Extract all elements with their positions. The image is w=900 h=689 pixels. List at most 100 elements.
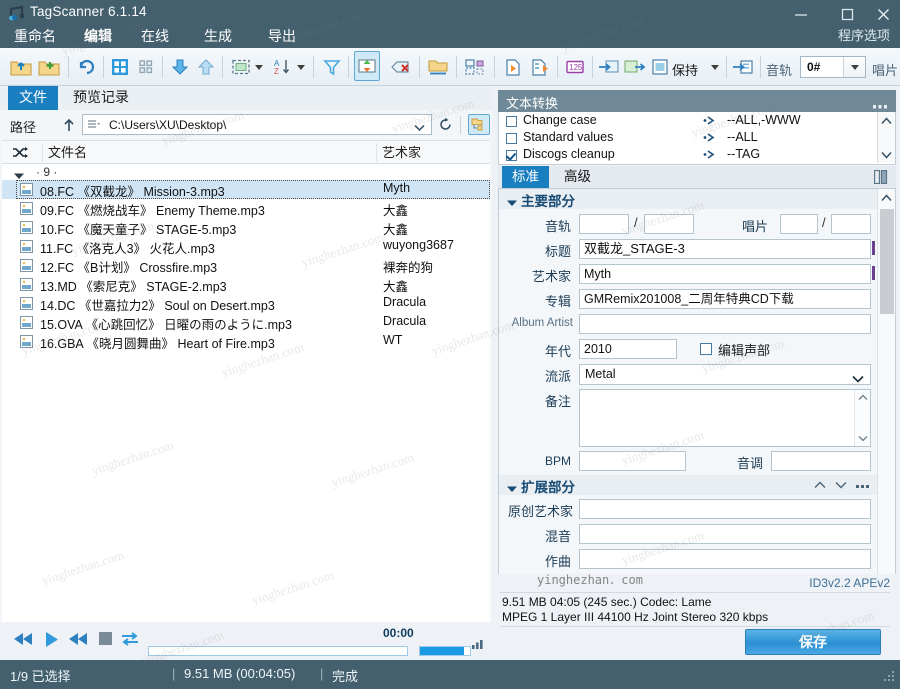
tab-files[interactable]: 文件 [8,86,58,110]
bpm-125-icon[interactable]: 125 [562,52,588,82]
year-input[interactable]: 2010 [579,339,677,359]
disc-input[interactable] [780,214,818,234]
tab-preview-log[interactable]: 预览记录 [62,86,140,110]
add-folder-icon[interactable] [36,52,62,82]
file-list[interactable]: 08.FC 《双截龙》 Mission-3.mp3Myth09.FC 《燃烧战车… [2,180,490,688]
remixer-input[interactable] [579,524,871,544]
volume-slider[interactable] [419,646,471,656]
select-all-dropdown[interactable] [252,52,266,82]
clear-tags-icon[interactable] [388,52,414,82]
converter-row[interactable]: Standard values --ALL [499,130,877,147]
chevron-down-icon[interactable] [852,372,864,386]
chevron-down-icon[interactable] [843,57,865,77]
album-artist-input[interactable] [579,314,871,334]
table-row[interactable]: 09.FC 《燃烧战车》 Enemy Theme.mp3大鑫 [2,199,490,218]
repeat-icon[interactable] [120,631,140,647]
table-row[interactable]: 15.OVA 《心跳回忆》 日曜の雨のように.mp3Dracula [2,313,490,332]
folder-icon[interactable] [425,52,451,82]
path-input[interactable]: C:\Users\XU\Desktop\ [82,114,432,135]
table-row[interactable]: 16.GBA 《晓月圆舞曲》 Heart of Fire.mp3WT [2,332,490,351]
tag-sync-icon[interactable] [354,51,380,81]
keep-dropdown[interactable] [708,52,722,82]
sort-dropdown[interactable] [294,52,308,82]
small-grid-view-icon[interactable] [134,52,158,82]
key-input[interactable] [771,451,871,471]
album-input[interactable]: GMRemix201008_二周年特典CD下载 [579,289,871,309]
compilation-checkbox[interactable] [700,343,712,355]
converter-checkbox[interactable] [506,150,517,161]
genre-combo[interactable]: Metal [579,364,871,385]
open-folder-icon[interactable] [8,52,34,82]
chevron-down-icon[interactable] [507,196,517,210]
scroll-down-button[interactable] [878,146,895,163]
artist-input[interactable]: Myth [579,264,871,284]
scroll-up-button[interactable] [878,112,895,129]
menu-item-generate[interactable]: 生成 [198,24,238,50]
menu-item-online[interactable]: 在线 [135,24,175,50]
table-row[interactable]: 12.FC 《B计划》 Crossfire.mp3裸奔的狗 [2,256,490,275]
scroll-up-button[interactable] [855,390,870,405]
original-artist-input[interactable] [579,499,871,519]
sort-az-icon[interactable]: A Z [270,52,294,82]
file-group-row[interactable]: · 9 · [2,164,490,180]
menu-item-edit[interactable]: 编辑 [78,24,118,50]
column-header-artist[interactable]: 艺术家 [382,141,421,164]
playlist-icon[interactable] [462,52,488,82]
parent-folder-button[interactable] [60,116,78,134]
text-converter-list[interactable]: Change case --ALL,-WWW Standard values -… [498,112,896,165]
converter-checkbox[interactable] [506,116,517,127]
table-row[interactable]: 10.FC 《魔天童子》 STAGE-5.mp3大鑫 [2,218,490,237]
column-header-filename[interactable]: 文件名 [48,141,87,164]
composer-input[interactable] [579,549,871,569]
import-image-icon[interactable] [596,52,622,82]
tab-advanced[interactable]: 高级 [554,166,601,188]
collapse-up-icon[interactable] [814,478,826,492]
program-options-button[interactable]: 程序选项 [838,24,890,50]
folder-tree-toggle[interactable] [468,114,490,135]
apply-tag-icon[interactable] [730,52,756,82]
export-image-icon[interactable] [622,52,648,82]
tab-standard[interactable]: 标准 [502,166,549,188]
refresh-button[interactable] [436,115,455,134]
seek-slider[interactable] [148,646,408,656]
stop-icon[interactable] [98,631,113,646]
toolbar-track-combo[interactable]: 0# [800,56,866,78]
grid-view-icon[interactable] [108,52,132,82]
menu-item-rename[interactable]: 重命名 [8,24,62,50]
scroll-down-button[interactable] [855,431,870,446]
next-icon[interactable] [68,631,90,647]
shuffle-icon[interactable] [12,141,40,164]
more-options-icon[interactable] [856,478,871,492]
move-up-icon[interactable] [194,52,218,82]
scroll-up-button[interactable] [878,189,895,206]
converter-scrollbar[interactable] [877,112,895,163]
main-section-header[interactable]: 主要部分 [499,189,877,209]
tag-scrollbar-thumb[interactable] [880,209,894,314]
comment-scrollbar[interactable] [854,390,870,446]
title-input[interactable]: 双截龙_STAGE-3 [579,239,871,259]
export-file2-icon[interactable] [528,52,554,82]
more-options-icon[interactable] [873,99,889,113]
bpm-input[interactable] [579,451,686,471]
table-row[interactable]: 13.MD 《索尼克》 STAGE-2.mp3大鑫 [2,275,490,294]
menu-item-export[interactable]: 导出 [262,24,302,50]
save-button[interactable]: 保存 [745,629,881,655]
chevron-down-icon[interactable] [507,482,517,496]
table-row[interactable]: 11.FC 《洛克人3》 火花人.mp3wuyong3687 [2,237,490,256]
undo-icon[interactable] [74,52,98,82]
split-view-icon[interactable] [874,170,888,187]
resize-grip[interactable] [882,669,896,686]
filter-icon[interactable] [320,52,344,82]
move-down-icon[interactable] [168,52,192,82]
play-icon[interactable] [44,631,60,648]
disc-total-input[interactable] [831,214,871,234]
prev-icon[interactable] [13,631,35,647]
collapse-down-icon[interactable] [835,478,847,492]
converter-checkbox[interactable] [506,133,517,144]
table-row[interactable]: 14.DC 《世嘉拉力2》 Soul on Desert.mp3Dracula [2,294,490,313]
comment-textarea[interactable] [579,389,871,447]
track-input[interactable] [579,214,629,234]
export-file-icon[interactable] [500,52,526,82]
extended-section-header[interactable]: 扩展部分 [499,475,877,495]
converter-row[interactable]: Change case --ALL,-WWW [499,113,877,130]
